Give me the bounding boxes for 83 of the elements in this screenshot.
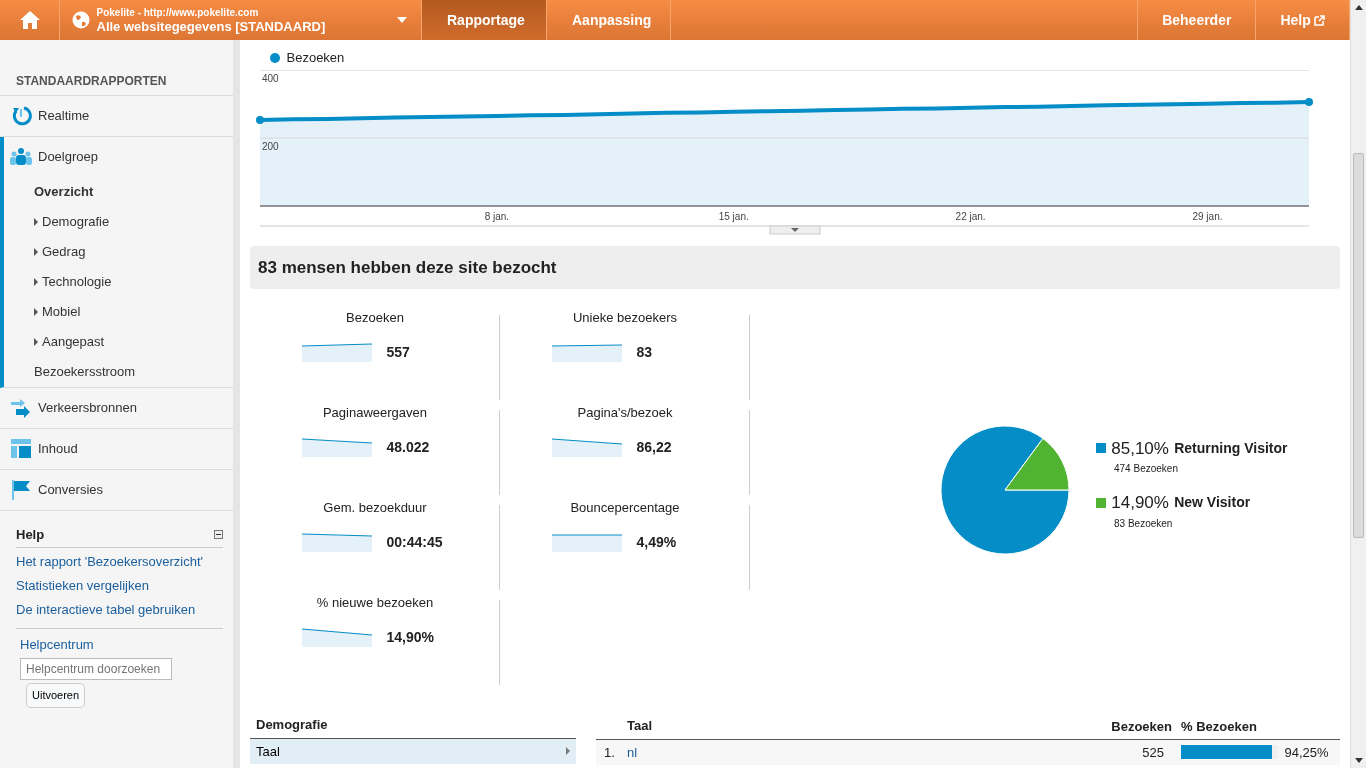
legend-label: New Visitor xyxy=(1174,493,1251,513)
metric-value: 86,22 xyxy=(636,437,672,457)
expand-icon xyxy=(34,278,38,286)
metric-label: % nieuwe bezoeken xyxy=(315,594,435,612)
help-link[interactable]: De interactieve tabel gebruiken xyxy=(16,597,223,622)
row-link[interactable]: nl xyxy=(627,744,638,760)
expand-icon xyxy=(34,308,38,316)
expand-toggle[interactable] xyxy=(769,225,821,234)
metric-value: 4,49% xyxy=(636,532,677,552)
column-header: Bezoeken xyxy=(1060,715,1180,739)
layout-icon xyxy=(10,438,32,460)
table-cell: 525 xyxy=(1060,739,1180,765)
nav-item[interactable]: Inhoud xyxy=(0,429,233,469)
table-cell-text: 94,25% xyxy=(1284,743,1329,762)
legend-label: Returning Visitor xyxy=(1174,438,1288,458)
data-point xyxy=(1305,97,1313,106)
section-heading: STANDAARDRAPPORTEN xyxy=(0,56,233,96)
metric-label: Unieke bezoekers xyxy=(571,309,679,327)
legend-percent: 14,90% xyxy=(1111,492,1169,514)
search-field[interactable]: Helpcentrum doorzoeken xyxy=(20,658,172,680)
help-link[interactable]: Het rapport 'Bezoekersoverzicht' xyxy=(16,549,223,574)
list-item[interactable]: Taal xyxy=(250,738,576,764)
nav-item[interactable]: Conversies xyxy=(0,470,233,510)
legend-count: 474 Bezoeken xyxy=(1113,462,1179,476)
scrollbar-thumb[interactable] xyxy=(1353,153,1364,538)
view-name: Alle websitegegevens [STANDAARD] xyxy=(96,19,327,33)
axis-label: 8 jan. xyxy=(484,210,510,222)
help-link[interactable]: Statistieken vergelijken xyxy=(16,573,223,598)
nav-subitem[interactable]: Demografie xyxy=(4,207,116,237)
metric-label: Pagina's/bezoek xyxy=(576,404,674,422)
axis-label: 200 xyxy=(262,140,279,152)
nav-subitem[interactable]: Gedrag xyxy=(4,237,92,267)
nav-subitem[interactable]: Aangepast xyxy=(4,327,111,357)
axis-label: 15 jan. xyxy=(718,210,749,222)
legend-percent: 85,10% xyxy=(1111,437,1169,460)
metric-label: Bezoeken xyxy=(345,309,405,327)
legend-swatch xyxy=(1096,497,1106,508)
metric-value: 48.022 xyxy=(386,437,430,457)
nav-tab[interactable]: Rapportage xyxy=(422,0,547,40)
metric-label: Paginaweergaven xyxy=(321,404,429,422)
nav-item[interactable]: Doelgroep xyxy=(4,137,233,177)
nav-subitem[interactable]: Overzicht xyxy=(4,177,100,207)
column-header: Taal xyxy=(626,715,1060,739)
people-icon xyxy=(10,146,32,168)
site-name: Pokelite - http://www.pokelite.com xyxy=(96,7,260,18)
metric-label: Gem. bezoekduur xyxy=(322,499,428,517)
metric-value: 557 xyxy=(386,342,410,362)
help-center-label: Helpcentrum xyxy=(19,635,95,654)
expand-icon xyxy=(566,747,570,756)
data-point xyxy=(256,115,264,124)
column-header: Demografie xyxy=(250,715,576,739)
expand-icon xyxy=(34,338,38,346)
arrows-icon xyxy=(10,397,32,419)
metric-value: 14,90% xyxy=(386,627,434,647)
collapse-icon[interactable] xyxy=(214,530,223,540)
metric-value: 83 xyxy=(636,342,653,362)
row-number: 1. xyxy=(596,739,626,765)
realtime-icon xyxy=(10,105,32,127)
nav-subitem[interactable]: Mobiel xyxy=(4,297,87,327)
axis-label: 22 jan. xyxy=(955,210,986,222)
flag-icon xyxy=(10,479,32,501)
nav-subitem[interactable]: Bezoekersstroom xyxy=(4,357,142,387)
nav-item[interactable]: Verkeersbronnen xyxy=(0,388,233,428)
caret-icon xyxy=(396,17,407,23)
legend-label: Bezoeken xyxy=(286,49,345,67)
metric-value: 00:44:45 xyxy=(386,532,443,552)
nav-subitem[interactable]: Technologie xyxy=(4,267,118,297)
legend-count: 83 Bezoeken xyxy=(1113,516,1174,531)
column-header: % Bezoeken xyxy=(1180,715,1340,739)
globe-icon xyxy=(72,11,90,29)
external-link-icon xyxy=(1314,14,1325,26)
submit-button[interactable]: Uitvoeren xyxy=(26,683,86,708)
help-heading: Help xyxy=(16,526,45,544)
expand-icon xyxy=(34,248,38,256)
axis-label: 29 jan. xyxy=(1192,210,1223,222)
nav-item[interactable]: Realtime xyxy=(0,96,233,136)
legend-dot xyxy=(270,52,280,63)
legend-swatch xyxy=(1096,443,1106,454)
expand-icon xyxy=(34,218,38,226)
home-icon[interactable] xyxy=(18,10,41,30)
summary-heading: 83 mensen hebben deze site bezocht xyxy=(250,245,1340,289)
metric-label: Bouncepercentage xyxy=(569,499,681,517)
axis-label: 400 xyxy=(262,72,279,84)
